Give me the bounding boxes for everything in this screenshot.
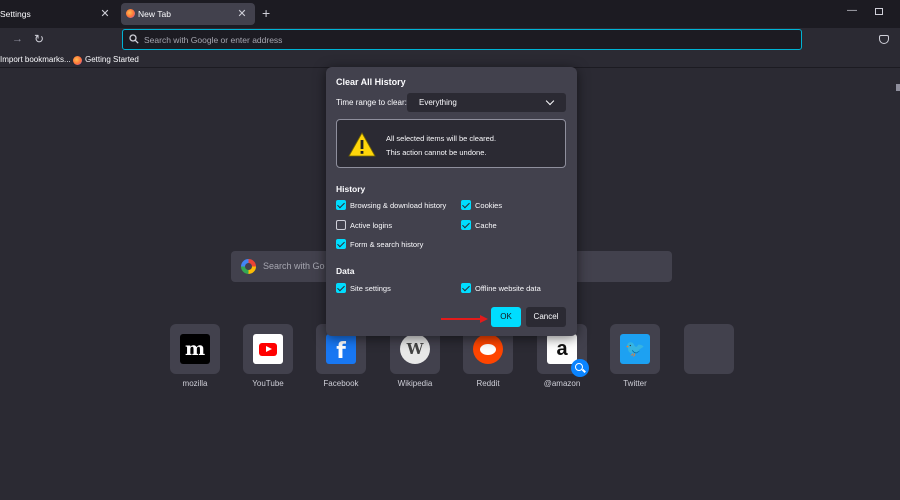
top-site-label: Facebook (323, 379, 359, 388)
tab-settings-label: Settings (0, 9, 31, 19)
checkbox-label: Offline website data (475, 283, 541, 293)
bookmark-getting-started[interactable]: Getting Started (85, 55, 139, 64)
warning-box: All selected items will be cleared. This… (336, 119, 566, 168)
chevron-down-icon (545, 96, 555, 106)
pocket-icon[interactable] (879, 35, 889, 44)
checkbox-browsing-download-history[interactable]: Browsing & download history (336, 200, 446, 210)
time-range-label: Time range to clear: (336, 98, 407, 107)
clear-history-dialog: Clear All History Time range to clear: E… (326, 67, 577, 336)
checkbox-label: Cookies (475, 200, 503, 210)
top-site-twitter[interactable]: 🐦 Twitter (610, 324, 660, 388)
top-site-label: @amazon (543, 379, 581, 388)
tab-strip: Settings ✕ New Tab ✕ + — (0, 0, 900, 28)
search-icon (129, 34, 139, 44)
reddit-logo-icon (473, 334, 503, 364)
checkbox-unchecked-icon[interactable] (336, 220, 346, 230)
top-site-label: YouTube (252, 379, 284, 388)
checkbox-checked-icon[interactable] (461, 220, 471, 230)
history-heading: History (336, 184, 366, 194)
tab-new-tab[interactable]: New Tab ✕ (121, 3, 255, 25)
checkbox-form-search-history[interactable]: Form & search history (336, 239, 423, 249)
reload-icon[interactable]: ↻ (34, 32, 44, 46)
annotation-arrow (441, 318, 481, 320)
top-site-label: Twitter (623, 379, 647, 388)
top-site-tile[interactable]: 🐦 (610, 324, 660, 374)
checkbox-label: Cache (475, 220, 497, 230)
data-heading: Data (336, 266, 355, 276)
minimize-icon[interactable]: — (847, 5, 857, 16)
top-site-tile[interactable] (243, 324, 293, 374)
twitter-logo-icon: 🐦 (620, 334, 650, 364)
dialog-title: Clear All History (336, 77, 406, 87)
tab-new-tab-close-icon[interactable]: ✕ (236, 8, 248, 20)
cancel-button[interactable]: Cancel (526, 307, 566, 327)
tab-settings-close-icon[interactable]: ✕ (99, 8, 111, 20)
checkbox-checked-icon[interactable] (461, 283, 471, 293)
annotation-arrow-head (480, 315, 488, 323)
amazon-logo-icon: a (547, 334, 577, 364)
address-bar[interactable]: Search with Google or enter address (122, 29, 802, 50)
navigation-toolbar: → ↻ Search with Google or enter address (0, 28, 900, 52)
top-site-label: Reddit (476, 379, 500, 388)
top-site-label: Wikipedia (397, 379, 433, 388)
google-icon (241, 259, 256, 274)
top-site-label: mozilla (182, 379, 208, 388)
firefox-bookmark-icon (73, 56, 82, 65)
youtube-logo-icon (253, 334, 283, 364)
checkbox-active-logins[interactable]: Active logins (336, 220, 392, 230)
checkbox-label: Form & search history (350, 239, 424, 249)
warning-text-line2: This action cannot be undone. (386, 148, 487, 157)
checkbox-label: Site settings (350, 283, 391, 293)
checkbox-label: Browsing & download history (350, 200, 447, 210)
warning-text-line1: All selected items will be cleared. (386, 134, 497, 143)
top-site-empty[interactable] (684, 324, 734, 374)
new-tab-plus-icon[interactable]: + (262, 6, 270, 20)
checkbox-offline-website-data[interactable]: Offline website data (461, 283, 541, 293)
ok-button[interactable]: OK (491, 307, 521, 327)
content-search-placeholder: Search with Goo (263, 261, 325, 271)
checkbox-checked-icon[interactable] (461, 200, 471, 210)
top-site-tile[interactable]: m (170, 324, 220, 374)
time-range-select[interactable]: Everything (407, 93, 566, 112)
bookmarks-toolbar: Import bookmarks... Getting Started (0, 52, 900, 68)
checkbox-site-settings[interactable]: Site settings (336, 283, 391, 293)
checkbox-cache[interactable]: Cache (461, 220, 497, 230)
checkbox-checked-icon[interactable] (336, 283, 346, 293)
sidebar-edge-handle (896, 84, 900, 91)
amazon-search-shortcut-icon[interactable] (571, 359, 589, 377)
facebook-logo-icon: f (326, 334, 356, 364)
bookmark-import[interactable]: Import bookmarks... (0, 55, 71, 64)
top-site-mozilla[interactable]: m mozilla (170, 324, 220, 388)
mozilla-logo-icon: m (180, 334, 210, 364)
top-site-youtube[interactable]: YouTube (243, 324, 293, 388)
checkbox-checked-icon[interactable] (336, 239, 346, 249)
wikipedia-logo-icon: W (400, 334, 430, 364)
firefox-icon (126, 9, 135, 18)
warning-icon (348, 132, 376, 157)
restore-window-icon[interactable] (875, 8, 883, 15)
address-bar-placeholder: Search with Google or enter address (144, 35, 283, 45)
checkbox-label: Active logins (350, 220, 393, 230)
time-range-value: Everything (419, 98, 457, 107)
checkbox-cookies[interactable]: Cookies (461, 200, 502, 210)
top-site-empty-tile[interactable] (684, 324, 734, 374)
tab-settings[interactable]: Settings ✕ (0, 3, 118, 25)
forward-arrow-icon[interactable]: → (12, 33, 23, 45)
tab-new-tab-label: New Tab (138, 9, 171, 19)
checkbox-checked-icon[interactable] (336, 200, 346, 210)
